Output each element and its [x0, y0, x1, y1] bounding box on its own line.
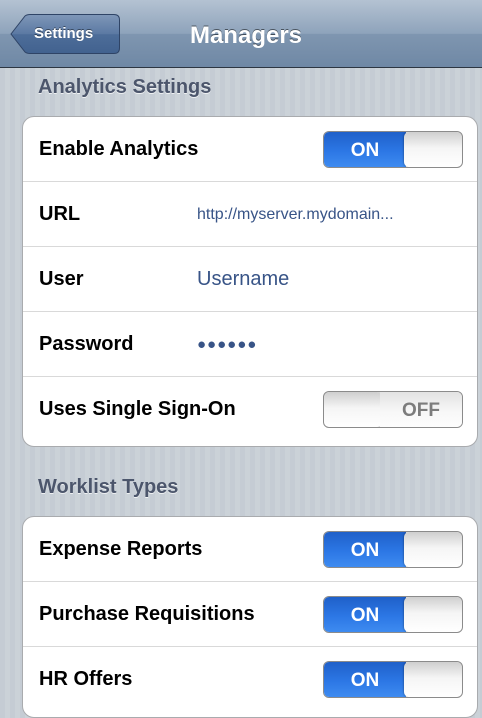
back-button-settings[interactable]: Settings: [10, 14, 120, 54]
switch-state-label: ON: [324, 532, 406, 567]
switch-state-label: OFF: [380, 392, 462, 427]
user-label: User: [39, 268, 84, 290]
password-field[interactable]: ●●●●●●: [197, 312, 257, 377]
switch-state-label: ON: [324, 597, 406, 632]
purchase-requisitions-label: Purchase Requisitions: [39, 603, 255, 625]
worklist-item-purchase-requisitions: Purchase Requisitions ON: [23, 582, 477, 647]
expense-reports-switch[interactable]: ON: [323, 531, 463, 568]
single-sign-on-row: Uses Single Sign-On OFF: [23, 377, 477, 442]
hr-offers-label: HR Offers: [39, 668, 133, 690]
expense-reports-label: Expense Reports: [39, 538, 203, 560]
username-field[interactable]: Username: [197, 247, 289, 312]
back-button-label: Settings: [34, 25, 94, 42]
worklist-types-group: Expense Reports ON Purchase Requisitions…: [22, 516, 478, 718]
switch-knob: [404, 132, 462, 167]
single-sign-on-switch[interactable]: OFF: [323, 391, 463, 428]
navigation-bar: Managers Settings: [0, 0, 482, 68]
switch-state-label: ON: [324, 132, 406, 167]
switch-knob: [404, 662, 462, 697]
url-field[interactable]: http://myserver.mydomain...: [197, 182, 394, 247]
user-row[interactable]: User Username: [23, 247, 477, 312]
switch-knob: [324, 392, 382, 427]
analytics-settings-group: Enable Analytics ON URL http://myserver.…: [22, 116, 478, 447]
enable-analytics-label: Enable Analytics: [39, 138, 199, 160]
analytics-settings-header: Analytics Settings: [38, 76, 212, 98]
url-row[interactable]: URL http://myserver.mydomain...: [23, 182, 477, 247]
password-label: Password: [39, 333, 134, 355]
worklist-item-hr-offers: HR Offers ON: [23, 647, 477, 712]
worklist-item-expense-reports: Expense Reports ON: [23, 517, 477, 582]
single-sign-on-label: Uses Single Sign-On: [39, 398, 236, 420]
password-row[interactable]: Password ●●●●●●: [23, 312, 477, 377]
enable-analytics-row: Enable Analytics ON: [23, 117, 477, 182]
switch-knob: [404, 532, 462, 567]
enable-analytics-switch[interactable]: ON: [323, 131, 463, 168]
hr-offers-switch[interactable]: ON: [323, 661, 463, 698]
switch-knob: [404, 597, 462, 632]
worklist-types-header: Worklist Types: [38, 476, 179, 498]
switch-state-label: ON: [324, 662, 406, 697]
url-label: URL: [39, 203, 81, 225]
purchase-requisitions-switch[interactable]: ON: [323, 596, 463, 633]
